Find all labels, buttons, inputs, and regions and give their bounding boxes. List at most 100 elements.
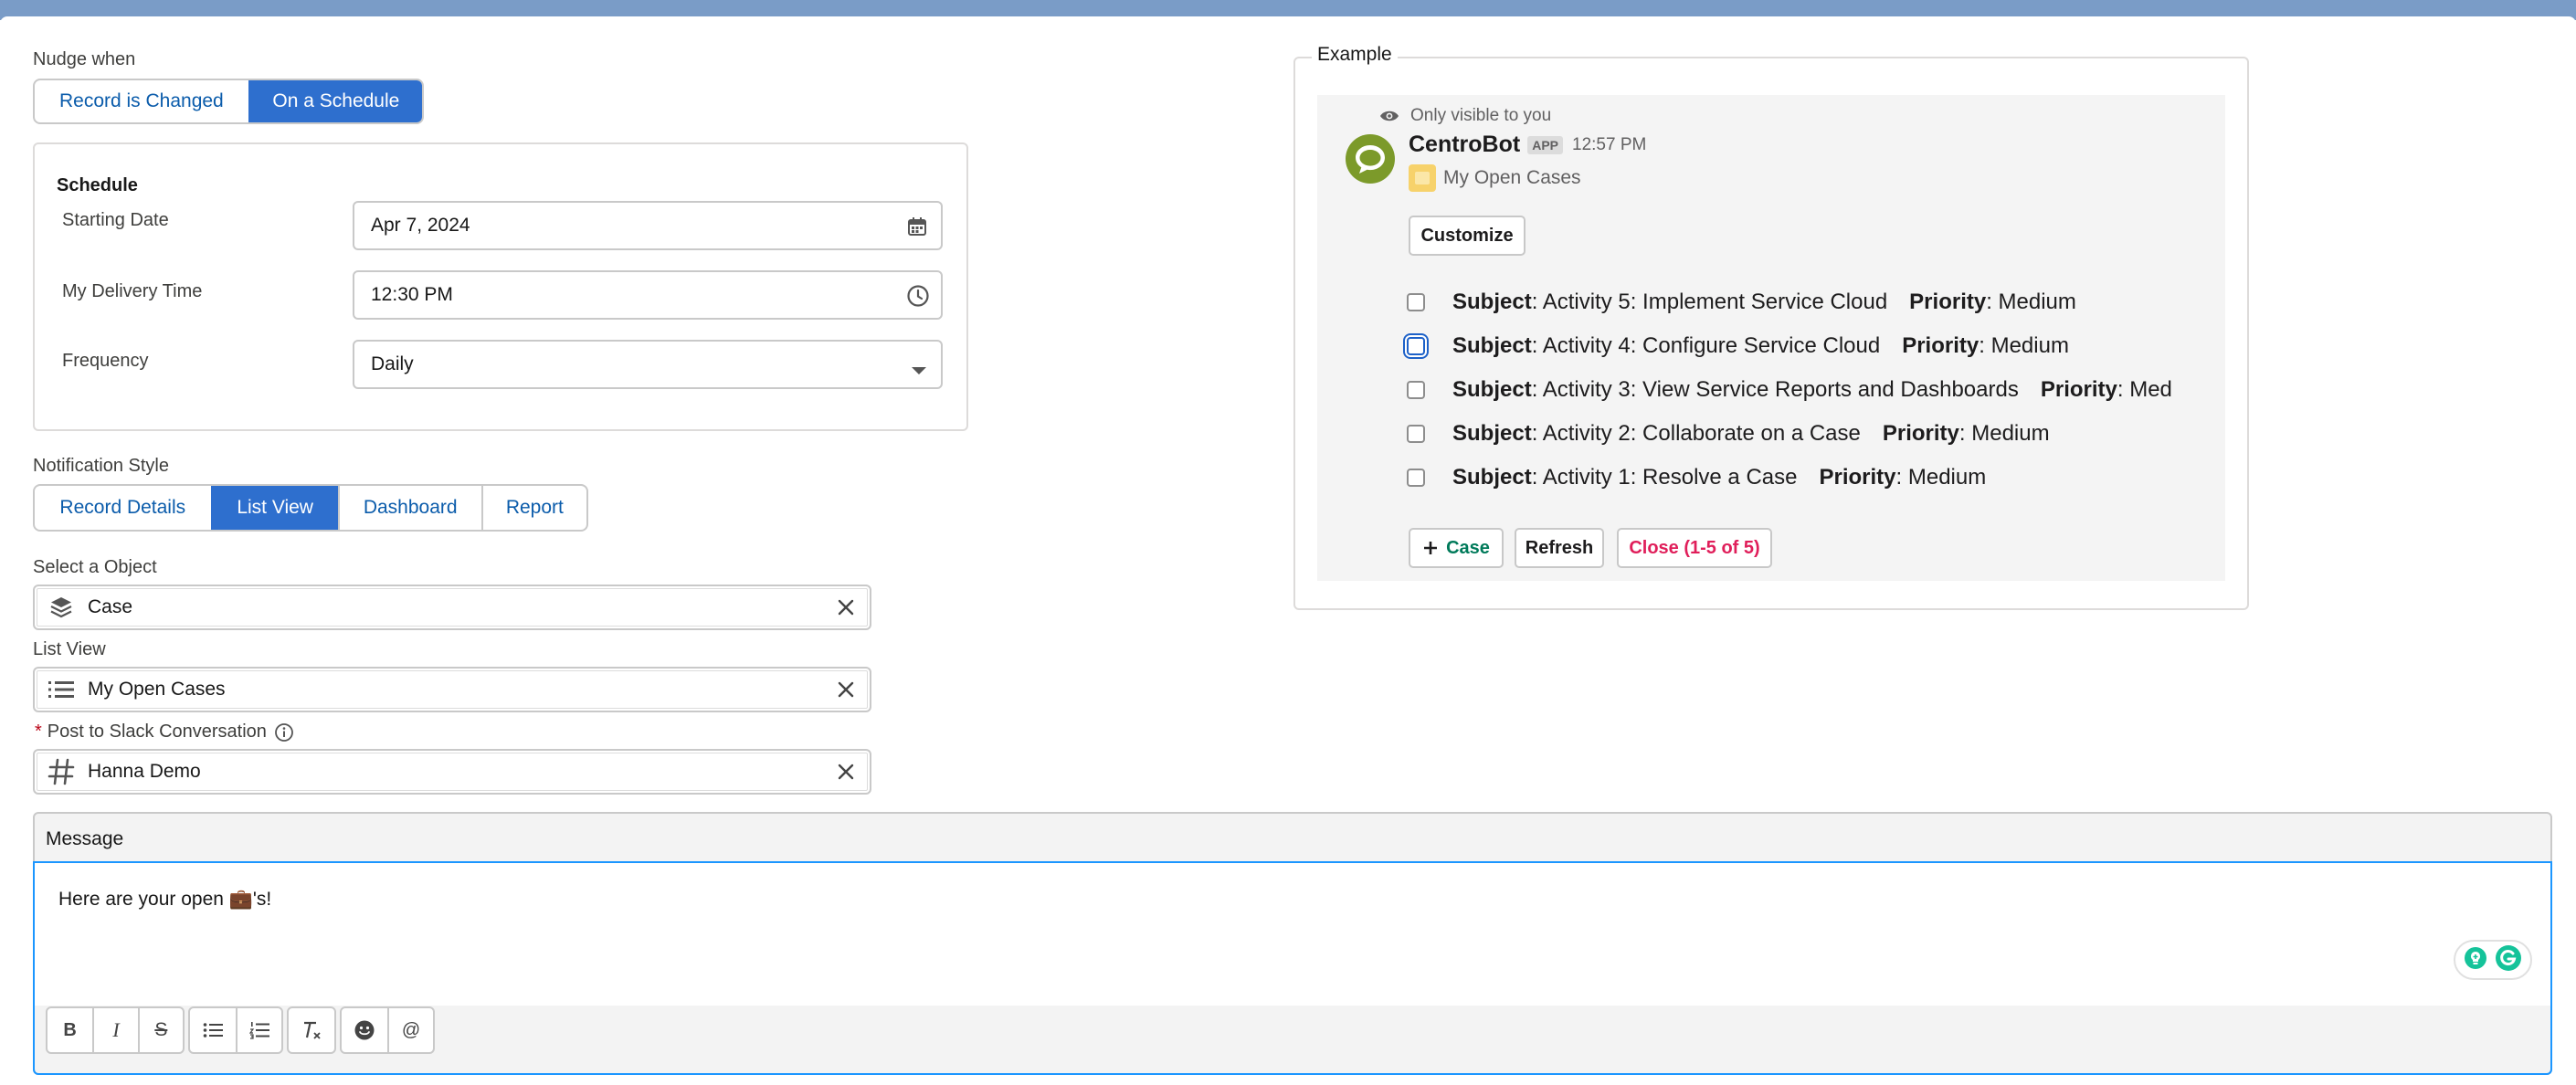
notification-style-group: Record Details List View Dashboard Repor…	[33, 484, 588, 532]
case-checkbox-4[interactable]	[1407, 425, 1425, 443]
stack-icon	[35, 595, 88, 620]
priority-value-2: : Medium	[1979, 333, 2069, 358]
calendar-icon[interactable]	[906, 216, 928, 243]
frequency-value: Daily	[371, 353, 414, 374]
case-row-1: Subject: Activity 5: Implement Service C…	[1407, 289, 2076, 316]
refresh-button[interactable]: Refresh	[1515, 528, 1604, 568]
numbered-list-icon	[249, 1022, 269, 1039]
eye-icon	[1380, 111, 1399, 121]
at-icon: @	[401, 1019, 421, 1040]
slack-conversation-value: Hanna Demo	[88, 761, 201, 782]
record-details-button[interactable]: Record Details	[35, 486, 211, 530]
strikethrough-button[interactable]: S	[137, 1008, 183, 1052]
clear-object-icon[interactable]	[835, 596, 857, 618]
priority-value-3: : Med	[2117, 377, 2172, 402]
subject-value-3: : Activity 3: View Service Reports and D…	[1531, 377, 2019, 402]
starting-date-value: Apr 7, 2024	[371, 215, 470, 236]
bold-button[interactable]: B	[48, 1008, 92, 1052]
plus-icon	[1424, 542, 1438, 554]
list-icon	[35, 679, 88, 701]
priority-value-4: : Medium	[1958, 421, 2050, 446]
object-value: Case	[88, 596, 133, 617]
schedule-title: Schedule	[57, 175, 138, 195]
list-view-value: My Open Cases	[88, 679, 226, 700]
bullet-list-icon	[203, 1023, 223, 1038]
case-row-2: Subject: Activity 4: Configure Service C…	[1407, 332, 2069, 360]
object-lookup[interactable]: Case	[33, 585, 871, 630]
list-view-button[interactable]: List View	[210, 486, 338, 530]
list-view-lookup[interactable]: My Open Cases	[33, 667, 871, 712]
subject-label-4: Subject	[1452, 421, 1532, 446]
nudge-record-changed-button[interactable]: Record is Changed	[35, 80, 248, 122]
clear-list-view-icon[interactable]	[835, 679, 857, 701]
mention-button[interactable]: @	[387, 1008, 433, 1052]
required-mark: *	[35, 722, 42, 742]
visibility-text: Only visible to you	[1410, 106, 1552, 125]
italic-button[interactable]: I	[92, 1008, 137, 1052]
case-checkbox-3[interactable]	[1407, 381, 1425, 399]
list-title: My Open Cases	[1443, 167, 1581, 188]
grammarly-widget[interactable]	[2454, 940, 2532, 980]
nudge-label: Nudge when	[33, 49, 136, 69]
subject-value-5: : Activity 1: Resolve a Case	[1531, 465, 1798, 490]
numbered-list-button[interactable]	[236, 1008, 281, 1052]
message-time: 12:57 PM	[1572, 134, 1647, 154]
delivery-time-value: 12:30 PM	[371, 284, 453, 305]
message-text-area[interactable]: Here are your open 💼's!	[33, 861, 2552, 1006]
delivery-time-input[interactable]: 12:30 PM	[353, 270, 943, 320]
slack-message-preview: Only visible to you CentroBot APP 12:57 …	[1317, 95, 2225, 581]
app-badge: APP	[1527, 135, 1564, 154]
list-format-group	[188, 1006, 283, 1054]
lightbulb-icon[interactable]	[2464, 946, 2487, 974]
bot-avatar	[1345, 133, 1396, 189]
bot-name[interactable]: CentroBot	[1409, 132, 1520, 158]
bot-header: CentroBot APP 12:57 PM	[1409, 132, 1646, 158]
speech-bubble-icon	[1346, 134, 1395, 184]
clear-format-button[interactable]	[289, 1008, 334, 1052]
priority-label-3: Priority	[2040, 377, 2117, 402]
priority-value-5: : Medium	[1895, 465, 1987, 490]
priority-value-1: : Medium	[1986, 290, 2076, 314]
list-title-row: My Open Cases	[1409, 164, 1581, 192]
delivery-time-label: My Delivery Time	[62, 281, 203, 301]
chevron-down-icon	[910, 360, 928, 382]
subject-label-1: Subject	[1452, 290, 1532, 314]
subject-value-1: : Activity 5: Implement Service Cloud	[1531, 290, 1888, 314]
select-object-label: Select a Object	[33, 557, 157, 577]
clock-icon[interactable]	[906, 284, 930, 313]
text-format-group: B I S	[46, 1006, 185, 1054]
slack-conversation-label: Post to Slack Conversation	[47, 722, 267, 742]
subject-label-5: Subject	[1452, 465, 1532, 490]
customize-button[interactable]: Customize	[1409, 216, 1526, 256]
case-checkbox-5[interactable]	[1407, 469, 1425, 487]
slack-conversation-label-row: * Post to Slack Conversation	[35, 722, 294, 743]
case-checkbox-1[interactable]	[1407, 293, 1425, 311]
case-checkbox-2[interactable]	[1407, 337, 1425, 355]
clear-slack-conversation-icon[interactable]	[835, 761, 857, 783]
frequency-select[interactable]: Daily	[353, 340, 943, 389]
nudge-on-schedule-button[interactable]: On a Schedule	[248, 80, 422, 122]
example-legend: Example	[1312, 44, 1398, 66]
dashboard-button[interactable]: Dashboard	[337, 486, 481, 530]
starting-date-input[interactable]: Apr 7, 2024	[353, 201, 943, 250]
emoji-icon	[354, 1020, 375, 1040]
subject-value-4: : Activity 2: Collaborate on a Case	[1531, 421, 1861, 446]
bullet-list-button[interactable]	[190, 1008, 236, 1052]
clear-format-group	[287, 1006, 336, 1054]
grammarly-icon[interactable]	[2495, 944, 2522, 976]
nudge-toggle-group: Record is Changed On a Schedule	[33, 79, 424, 124]
emoji-button[interactable]	[342, 1008, 387, 1052]
folder-icon	[1409, 164, 1436, 192]
message-text: Here are your open 💼's!	[58, 889, 272, 910]
report-button[interactable]: Report	[480, 486, 586, 530]
add-case-button[interactable]: Case	[1409, 528, 1504, 568]
message-header: Message	[46, 828, 124, 849]
info-icon[interactable]	[274, 722, 294, 743]
priority-label-1: Priority	[1909, 290, 1987, 314]
schedule-card: Schedule Starting Date Apr 7, 2024 My De…	[33, 142, 968, 431]
clear-format-icon	[304, 1021, 321, 1039]
case-row-5: Subject: Activity 1: Resolve a Case Prio…	[1407, 464, 1986, 491]
slack-conversation-lookup[interactable]: Hanna Demo	[33, 749, 871, 795]
priority-label-5: Priority	[1819, 465, 1896, 490]
close-button[interactable]: Close (1-5 of 5)	[1617, 528, 1772, 568]
